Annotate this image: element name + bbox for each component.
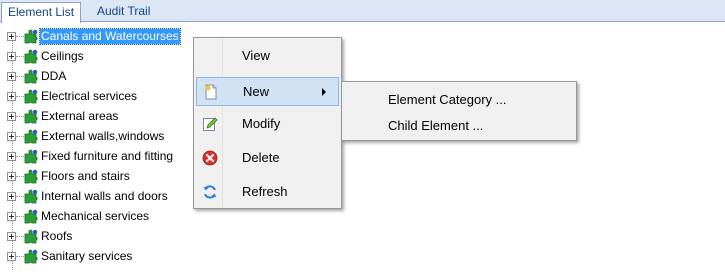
- element-puzzle-icon: [24, 109, 38, 124]
- menu-item-new[interactable]: New: [196, 77, 339, 106]
- delete-icon: [202, 150, 218, 166]
- expand-icon[interactable]: [7, 52, 16, 61]
- menu-item-label: Modify: [242, 116, 281, 131]
- tree-node-label[interactable]: Internal walls and doors: [40, 189, 169, 204]
- menu-item-label: New: [243, 84, 270, 99]
- new-submenu: Element Category ... Child Element ...: [341, 81, 577, 141]
- expand-icon[interactable]: [7, 112, 16, 121]
- menu-item-label: View: [242, 48, 270, 63]
- tab-strip: Element List Audit Trail: [0, 0, 725, 23]
- expand-icon[interactable]: [7, 72, 16, 81]
- element-puzzle-icon: [24, 229, 38, 244]
- expand-icon[interactable]: [7, 172, 16, 181]
- expand-icon[interactable]: [7, 212, 16, 221]
- tree-node[interactable]: Sanitary services: [0, 248, 260, 265]
- tree-node[interactable]: Roofs: [0, 228, 260, 245]
- expand-icon[interactable]: [7, 192, 16, 201]
- element-puzzle-icon: [24, 69, 38, 84]
- edit-icon: [203, 117, 218, 131]
- element-puzzle-icon: [24, 209, 38, 224]
- expand-icon[interactable]: [7, 92, 16, 101]
- tree-node-label[interactable]: Mechanical services: [40, 209, 150, 224]
- element-tree[interactable]: Canals and Watercourses Ceilings DDA Ele…: [0, 28, 725, 277]
- menu-item-delete[interactable]: Delete: [196, 144, 339, 173]
- tree-node-label[interactable]: Roofs: [40, 229, 73, 244]
- menu-item-label: Refresh: [242, 184, 288, 199]
- menu-item-view[interactable]: View: [196, 42, 339, 71]
- menu-item-refresh[interactable]: Refresh: [196, 178, 339, 207]
- tree-node-label[interactable]: External walls,windows: [40, 129, 165, 144]
- element-puzzle-icon: [24, 129, 38, 144]
- element-puzzle-icon: [24, 169, 38, 184]
- tree-node-label[interactable]: Fixed furniture and fitting: [40, 149, 174, 164]
- tree-node-label[interactable]: External areas: [40, 109, 119, 124]
- expand-icon[interactable]: [7, 152, 16, 161]
- expand-icon[interactable]: [7, 232, 16, 241]
- new-document-icon: [205, 84, 217, 100]
- tree-node-label[interactable]: Electrical services: [40, 89, 138, 104]
- tree-node-label[interactable]: DDA: [40, 69, 67, 84]
- menu-item-modify[interactable]: Modify: [196, 110, 339, 139]
- tree-node-label[interactable]: Floors and stairs: [40, 169, 131, 184]
- submenu-arrow-icon: [322, 88, 326, 96]
- element-puzzle-icon: [24, 249, 38, 264]
- tree-node-label[interactable]: Canals and Watercourses: [39, 28, 181, 45]
- element-puzzle-icon: [24, 149, 38, 164]
- expand-icon[interactable]: [7, 252, 16, 261]
- expand-icon[interactable]: [7, 132, 16, 141]
- submenu-item-child-element[interactable]: Child Element ...: [388, 118, 483, 133]
- element-puzzle-icon: [24, 189, 38, 204]
- element-puzzle-icon: [24, 29, 38, 44]
- tree-node[interactable]: Mechanical services: [0, 208, 260, 225]
- expand-icon[interactable]: [7, 32, 16, 41]
- context-menu: View New Modify Delete Refresh: [193, 37, 342, 209]
- tab-audit-trail[interactable]: Audit Trail: [91, 2, 156, 22]
- tree-node-label[interactable]: Ceilings: [40, 49, 85, 64]
- tree-node-label[interactable]: Sanitary services: [40, 249, 133, 264]
- refresh-icon: [203, 185, 217, 199]
- menu-item-label: Delete: [242, 150, 280, 165]
- element-puzzle-icon: [24, 49, 38, 64]
- submenu-item-element-category[interactable]: Element Category ...: [388, 92, 507, 107]
- element-puzzle-icon: [24, 89, 38, 104]
- tab-element-list[interactable]: Element List: [1, 2, 82, 23]
